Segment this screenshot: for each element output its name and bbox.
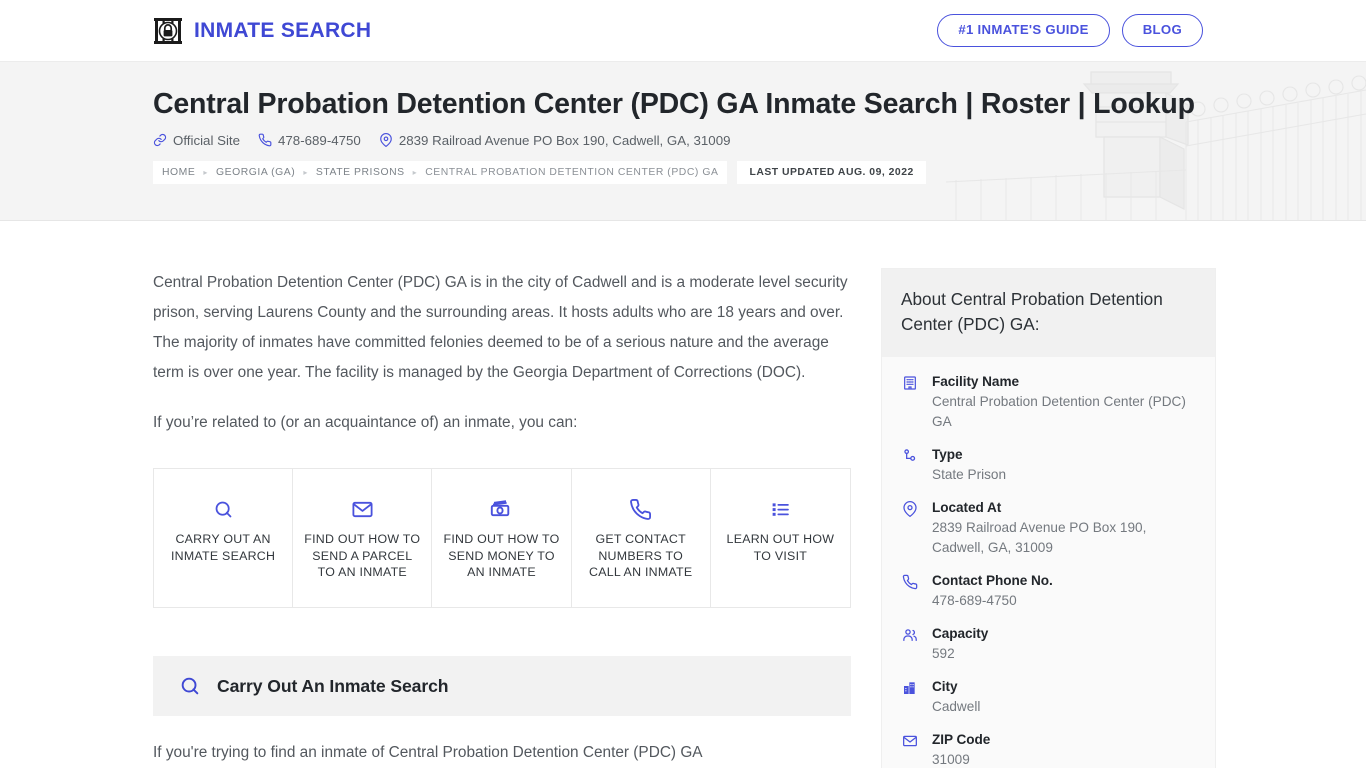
hero-phone[interactable]: 478-689-4750 xyxy=(258,133,361,148)
brand-logo[interactable]: INMATE SEARCH xyxy=(153,16,371,46)
search-icon xyxy=(179,675,201,697)
breadcrumb-item-state-prisons[interactable]: STATE PRISONS xyxy=(316,167,405,178)
city-icon xyxy=(901,678,919,696)
building-icon xyxy=(901,373,919,391)
location-pin-icon xyxy=(379,133,393,148)
hero-banner: Central Probation Detention Center (PDC)… xyxy=(0,61,1366,221)
prompt-paragraph: If you’re related to (or an acquaintance… xyxy=(153,414,578,431)
breadcrumb-items: HOME ▸ GEORGIA (GA) ▸ STATE PRISONS ▸ CE… xyxy=(153,160,728,184)
main-column: Central Probation Detention Center (PDC)… xyxy=(153,268,851,768)
detail-row-contact-phone: Contact Phone No. 478-689-4750 xyxy=(901,572,1196,611)
section-title: Carry Out An Inmate Search xyxy=(217,675,449,696)
detail-value: Central Probation Detention Center (PDC)… xyxy=(932,394,1186,429)
envelope-icon xyxy=(351,487,374,531)
link-icon xyxy=(153,133,167,147)
detail-value: 2839 Railroad Avenue PO Box 190, Cadwell… xyxy=(932,520,1147,555)
breadcrumb-item-current: CENTRAL PROBATION DETENTION CENTER (PDC)… xyxy=(425,166,719,178)
hero-address: 2839 Railroad Avenue PO Box 190, Cadwell… xyxy=(379,132,731,148)
sidebar-column: About Central Probation Detention Center… xyxy=(881,268,1216,768)
detail-value: State Prison xyxy=(932,467,1007,482)
detail-row-zip-code: ZIP Code 31009 xyxy=(901,731,1196,768)
page-title: Central Probation Detention Center (PDC)… xyxy=(153,88,1195,120)
action-label: CARRY OUT AN INMATE SEARCH xyxy=(170,532,276,563)
detail-label: City xyxy=(932,679,958,694)
about-card-heading: About Central Probation Detention Center… xyxy=(882,269,1215,357)
hero-address-label: 2839 Railroad Avenue PO Box 190, Cadwell… xyxy=(398,132,731,148)
nav-actions: #1 INMATE'S GUIDE BLOG xyxy=(937,14,1203,47)
action-how-to-visit[interactable]: LEARN OUT HOW TO VISIT xyxy=(710,469,850,607)
detail-row-capacity: Capacity 592 xyxy=(901,625,1196,664)
breadcrumb: HOME ▸ GEORGIA (GA) ▸ STATE PRISONS ▸ CE… xyxy=(153,160,1366,184)
detail-label: ZIP Code xyxy=(932,732,991,747)
detail-value: Cadwell xyxy=(932,699,981,714)
people-icon xyxy=(901,625,919,643)
action-label: FIND OUT HOW TO SEND A PARCEL TO AN INMA… xyxy=(304,532,421,579)
detail-label: Type xyxy=(932,447,963,462)
chevron-right-icon: ▸ xyxy=(412,167,418,177)
detail-label: Capacity xyxy=(932,626,989,641)
about-facility-card: About Central Probation Detention Center… xyxy=(881,268,1216,768)
detail-value: 478-689-4750 xyxy=(932,593,1017,608)
brand-name: INMATE SEARCH xyxy=(194,18,372,42)
action-send-money[interactable]: FIND OUT HOW TO SEND MONEY TO AN INMATE xyxy=(432,469,572,607)
detail-label: Located At xyxy=(932,500,1002,515)
official-site-label: Official Site xyxy=(173,132,241,148)
official-site-link[interactable]: Official Site xyxy=(153,133,240,148)
hero-meta-row: Official Site 478-689-4750 2839 Railroad… xyxy=(153,133,1366,148)
action-label: FIND OUT HOW TO SEND MONEY TO AN INMATE xyxy=(443,532,560,579)
detail-row-located-at: Located At 2839 Railroad Avenue PO Box 1… xyxy=(901,499,1196,558)
facility-details-list: Facility Name Central Probation Detentio… xyxy=(882,357,1215,768)
top-navigation-bar: INMATE SEARCH #1 INMATE'S GUIDE BLOG xyxy=(0,0,1366,61)
detail-value: 592 xyxy=(932,646,955,661)
phone-icon xyxy=(901,572,919,590)
blog-button[interactable]: BLOG xyxy=(1121,14,1203,47)
breadcrumb-item-georgia[interactable]: GEORGIA (GA) xyxy=(216,167,295,178)
detail-row-type: Type State Prison xyxy=(901,446,1196,485)
section-header-inmate-search: Carry Out An Inmate Search xyxy=(153,656,851,716)
action-grid: CARRY OUT AN INMATE SEARCH FIND OUT HOW … xyxy=(153,468,851,608)
envelope-icon xyxy=(901,731,919,749)
section-body-text: If you're trying to find an inmate of Ce… xyxy=(153,744,703,761)
phone-icon xyxy=(629,487,652,531)
chevron-right-icon: ▸ xyxy=(303,167,308,177)
phone-icon xyxy=(258,133,272,147)
search-icon xyxy=(213,487,234,531)
detail-label: Contact Phone No. xyxy=(932,573,1053,588)
jail-padlock-icon xyxy=(153,16,183,46)
action-send-parcel[interactable]: FIND OUT HOW TO SEND A PARCEL TO AN INMA… xyxy=(293,469,433,607)
hero-phone-label: 478-689-4750 xyxy=(278,132,361,148)
action-inmate-search[interactable]: CARRY OUT AN INMATE SEARCH xyxy=(154,469,294,607)
detail-row-city: City Cadwell xyxy=(901,678,1196,717)
action-contact-numbers[interactable]: GET CONTACT NUMBERS TO CALL AN INMATE xyxy=(571,469,711,607)
intro-paragraph: Central Probation Detention Center (PDC)… xyxy=(153,274,848,381)
breadcrumb-item-home[interactable]: HOME xyxy=(162,167,195,178)
page-content: Central Probation Detention Center (PDC)… xyxy=(0,221,1366,768)
location-pin-icon xyxy=(901,499,919,517)
chevron-right-icon: ▸ xyxy=(203,167,208,177)
detail-value: 31009 xyxy=(932,752,970,767)
type-node-icon xyxy=(901,446,919,464)
list-icon xyxy=(770,487,791,531)
inmates-guide-button[interactable]: #1 INMATE'S GUIDE xyxy=(937,14,1110,47)
money-icon xyxy=(489,487,513,531)
action-label: GET CONTACT NUMBERS TO CALL AN INMATE xyxy=(589,532,693,579)
action-label: LEARN OUT HOW TO VISIT xyxy=(726,532,835,563)
last-updated-badge: LAST UPDATED AUG. 09, 2022 xyxy=(737,160,926,184)
detail-label: Facility Name xyxy=(932,374,1019,389)
detail-row-facility-name: Facility Name Central Probation Detentio… xyxy=(901,373,1196,432)
